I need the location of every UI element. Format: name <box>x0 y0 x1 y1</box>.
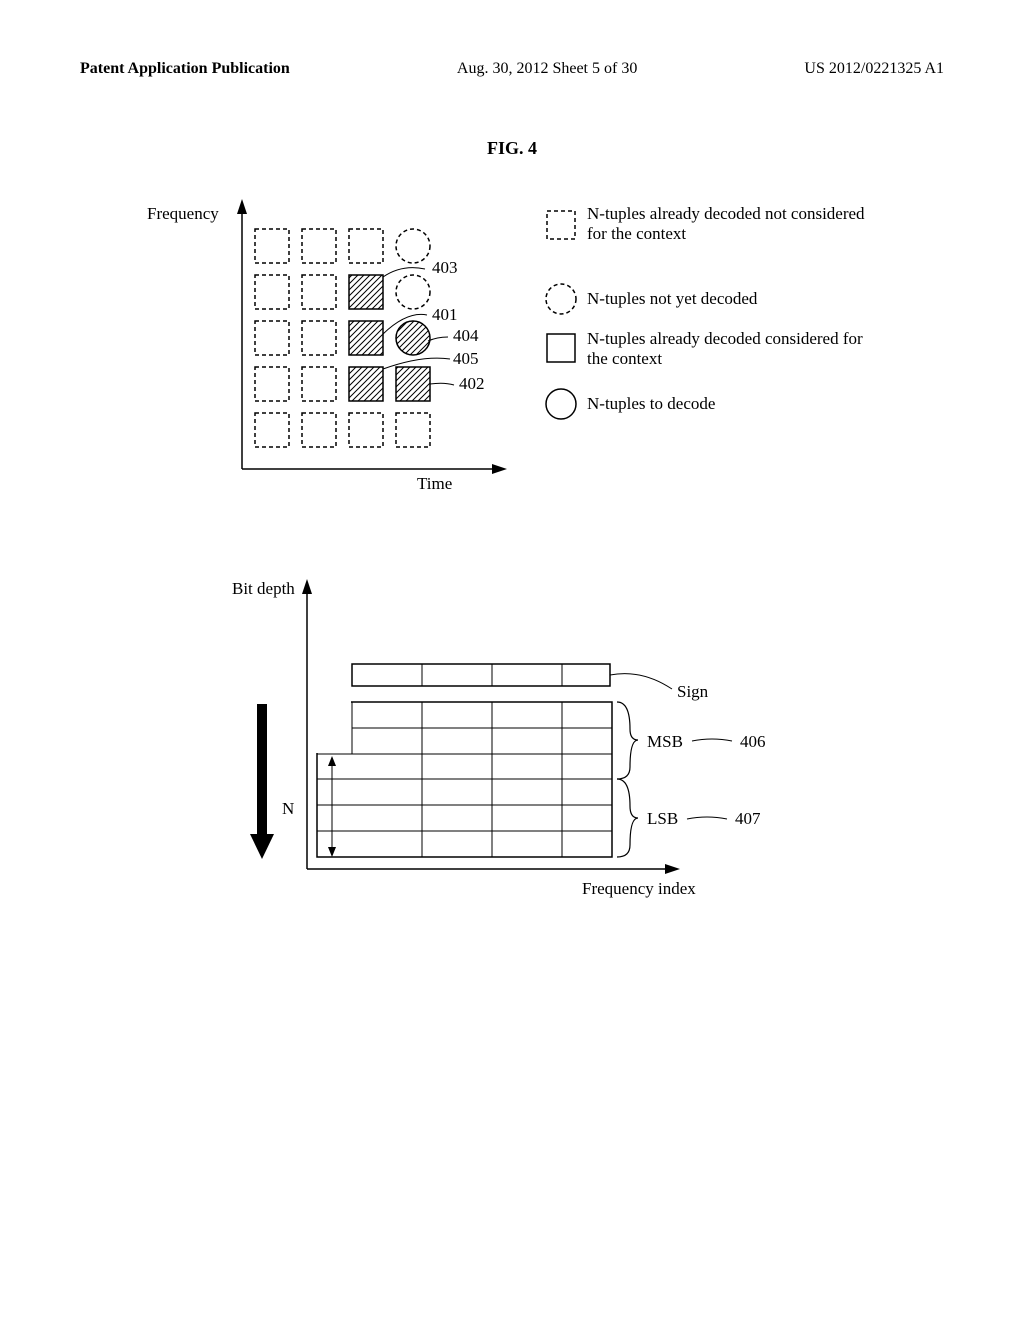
header-right: US 2012/0221325 A1 <box>804 60 944 78</box>
ref-406: 406 <box>740 732 766 751</box>
figure-title: FIG. 4 <box>80 138 944 159</box>
bottom-chart: Bit depth Frequency index <box>132 569 892 909</box>
legend-decoded-context: N-tuples already decoded considered for … <box>587 329 887 369</box>
ref-403: 403 <box>432 258 458 277</box>
legend-decoded-not-context: N-tuples already decoded not considered … <box>587 204 887 244</box>
y-axis-label-bottom: Bit depth <box>232 579 295 598</box>
ref-402: 402 <box>459 374 485 393</box>
msb-label: MSB <box>647 732 683 751</box>
page-header: Patent Application Publication Aug. 30, … <box>80 60 944 78</box>
legend-to-decode: N-tuples to decode <box>587 394 887 414</box>
top-chart: Frequency Time <box>132 189 892 509</box>
ref-407: 407 <box>735 809 761 828</box>
legend-not-yet-decoded: N-tuples not yet decoded <box>587 289 887 309</box>
ref-404: 404 <box>453 326 479 345</box>
ref-405: 405 <box>453 349 479 368</box>
ref-401: 401 <box>432 305 458 324</box>
sign-label: Sign <box>677 682 709 701</box>
x-axis-label-bottom: Frequency index <box>582 879 696 898</box>
y-axis-label: Frequency <box>147 204 219 223</box>
lsb-label: LSB <box>647 809 678 828</box>
header-mid: Aug. 30, 2012 Sheet 5 of 30 <box>457 60 637 78</box>
header-left: Patent Application Publication <box>80 60 290 78</box>
x-axis-label: Time <box>417 474 452 493</box>
n-label: N <box>282 799 294 818</box>
